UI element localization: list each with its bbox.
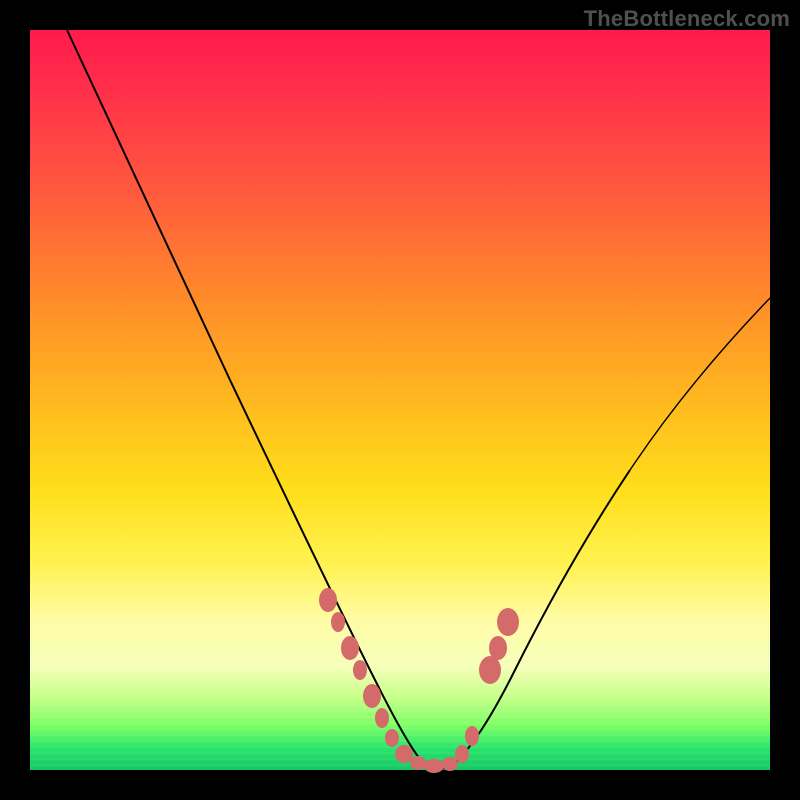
marker-dot [375,708,389,728]
marker-dot [410,756,426,770]
marker-dot [489,636,507,660]
curve-right-branch-upper [630,298,770,470]
chart-svg [30,30,770,770]
marker-dot [395,745,413,763]
marker-dot [497,608,519,636]
marker-dot [319,588,337,612]
chart-frame [30,30,770,770]
marker-dot [353,660,367,680]
watermark-text: TheBottleneck.com [584,6,790,32]
marker-dot [385,729,399,747]
marker-dot [479,656,501,684]
curve-left-branch [67,30,430,768]
marker-dot [465,726,479,746]
marker-dot [455,745,469,763]
marker-dot [442,757,458,771]
marker-dot [341,636,359,660]
marker-dot [331,612,345,632]
curve-right-branch-lower [450,470,630,768]
marker-group [319,588,519,773]
marker-dot [424,759,444,773]
marker-dot [363,684,381,708]
